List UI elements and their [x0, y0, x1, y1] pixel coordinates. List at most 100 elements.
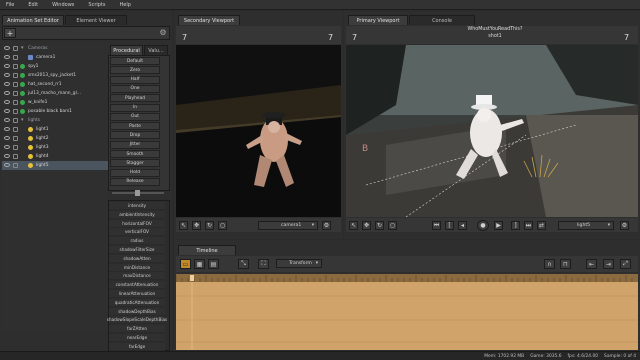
lock-icon[interactable] — [13, 100, 18, 105]
attribute-row[interactable]: shadowDepthBias — [109, 307, 165, 316]
loop-icon[interactable]: ⇄ — [537, 221, 546, 230]
select-tool-icon[interactable]: ↖ — [349, 221, 358, 230]
visibility-eye-icon[interactable] — [4, 55, 10, 59]
attribute-row[interactable]: quadraticAttenuation — [109, 298, 165, 307]
procedural-in-button[interactable]: In — [110, 103, 160, 112]
procedural-slider[interactable] — [112, 190, 164, 196]
curve-editor-icon[interactable]: ▭ — [180, 259, 191, 269]
menu-help[interactable]: Help — [120, 2, 131, 8]
lock-icon[interactable] — [13, 46, 18, 51]
attribute-row[interactable]: linearAttenuation — [109, 290, 165, 298]
attribute-row[interactable]: nearEdge — [109, 334, 165, 342]
tab-values[interactable]: Valu... — [144, 45, 168, 55]
magnet-icon[interactable]: ∩ — [544, 259, 555, 269]
procedural-paste-button[interactable]: Paste — [110, 122, 160, 131]
lock-icon[interactable] — [13, 136, 18, 141]
slider-handle[interactable] — [135, 190, 140, 196]
visibility-eye-icon[interactable] — [4, 145, 10, 149]
lock-icon[interactable] — [13, 163, 18, 168]
menu-scripts[interactable]: Scripts — [88, 2, 105, 8]
tree-item[interactable]: light2 — [2, 134, 110, 143]
tree-item[interactable]: camera1 — [2, 53, 110, 62]
add-button[interactable]: + — [4, 28, 16, 38]
rotate-tool-icon[interactable]: ↻ — [205, 221, 214, 230]
lock-icon[interactable] — [13, 82, 18, 87]
attribute-row[interactable]: radius — [109, 237, 165, 246]
jump-prev-key-icon[interactable]: ⇤ — [586, 259, 597, 269]
procedural-one-button[interactable]: One — [110, 84, 160, 93]
tree-item[interactable]: hat_second_rr1 — [2, 80, 110, 89]
lock-icon[interactable] — [13, 109, 18, 114]
attribute-row[interactable]: horizontalFOV — [109, 219, 165, 228]
visibility-eye-icon[interactable] — [4, 100, 10, 104]
frame-tool-icon[interactable]: ⛶ — [258, 259, 269, 269]
procedural-stagger-button[interactable]: Stagger — [110, 159, 160, 168]
record-icon[interactable]: ● — [477, 220, 489, 231]
attribute-row[interactable]: constantAttenuation — [109, 281, 165, 290]
procedural-hold-button[interactable]: Hold — [110, 168, 160, 177]
primary-viewport-canvas[interactable]: B — [346, 45, 638, 217]
jump-next-key-icon[interactable]: ⇥ — [603, 259, 614, 269]
fit-view-icon[interactable]: ⤢ — [620, 259, 631, 269]
select-tool-icon[interactable]: ↖ — [179, 221, 188, 230]
tree-item[interactable]: spy1 — [2, 62, 110, 71]
visibility-eye-icon[interactable] — [4, 64, 10, 68]
tree-item[interactable]: light3 — [2, 143, 110, 152]
tab-procedural[interactable]: Procedural — [110, 45, 143, 55]
camera-dropdown[interactable]: camera1 ▾ — [258, 221, 318, 230]
procedural-drop-button[interactable]: Drop — [110, 131, 160, 140]
tree-item[interactable]: sms2013_spy_jacket1 — [2, 71, 110, 80]
skip-start-icon[interactable]: ⏮ — [432, 221, 441, 230]
menu-windows[interactable]: Windows — [52, 2, 74, 8]
tree-item[interactable]: ▾ lights — [2, 116, 110, 125]
timeline-track-area[interactable] — [176, 282, 638, 350]
visibility-eye-icon[interactable] — [4, 91, 10, 95]
procedural-playhead-button[interactable]: Playhead — [110, 94, 160, 103]
lock-icon[interactable] — [13, 118, 18, 123]
skip-end-icon[interactable]: ⏭ — [524, 221, 533, 230]
lock-icon[interactable] — [13, 154, 18, 159]
prev-frame-icon[interactable]: ◂ — [458, 221, 467, 230]
move-tool-icon[interactable]: ✥ — [362, 221, 371, 230]
menu-file[interactable]: File — [6, 2, 14, 8]
visibility-eye-icon[interactable] — [4, 82, 10, 86]
tab-secondary-viewport[interactable]: Secondary Viewport — [178, 15, 240, 25]
settings-icon[interactable]: ⚙ — [158, 28, 168, 38]
attribute-row[interactable]: farEdge — [109, 342, 165, 351]
visibility-eye-icon[interactable] — [4, 46, 10, 50]
tab-element-viewer[interactable]: Element Viewer — [65, 15, 127, 25]
attribute-row[interactable]: shadowAtten — [109, 254, 165, 263]
snap-tool-icon[interactable]: ⤡ — [238, 259, 249, 269]
lock-icon[interactable] — [13, 73, 18, 78]
lock-icon[interactable] — [13, 64, 18, 69]
lock-icon[interactable]: ⊓ — [560, 259, 571, 269]
procedural-default-button[interactable]: Default — [110, 57, 160, 65]
visibility-eye-icon[interactable] — [4, 118, 10, 122]
attribute-row[interactable]: maxDistance — [109, 272, 165, 281]
secondary-viewport-canvas[interactable] — [176, 45, 341, 217]
lock-icon[interactable] — [13, 55, 18, 60]
attribute-row[interactable]: farZAtten — [109, 325, 165, 334]
tab-primary-viewport[interactable]: Primary Viewport — [348, 15, 408, 25]
visibility-eye-icon[interactable] — [4, 163, 10, 167]
clip-editor-icon[interactable]: ▤ — [208, 259, 219, 269]
attribute-row[interactable]: intensity — [109, 202, 165, 210]
play-icon[interactable]: ▶ — [494, 221, 503, 230]
light-dropdown[interactable]: light5 ▾ — [558, 221, 614, 230]
transform-dropdown[interactable]: Transform ▾ — [276, 259, 322, 268]
procedural-half-button[interactable]: Half — [110, 75, 160, 84]
visibility-eye-icon[interactable] — [4, 127, 10, 131]
attribute-row[interactable]: shadowSlopeScaleDepthBias — [107, 316, 167, 325]
attribute-row[interactable]: shadowFilterSize — [109, 246, 165, 254]
tab-animation-set-editor[interactable]: Animation Set Editor — [2, 15, 64, 25]
scale-tool-icon[interactable]: ○ — [388, 221, 397, 230]
tree-item[interactable]: light4 — [2, 152, 110, 161]
visibility-eye-icon[interactable] — [4, 73, 10, 77]
scale-tool-icon[interactable]: ○ — [218, 221, 227, 230]
procedural-out-button[interactable]: Out — [110, 112, 160, 121]
tree-item[interactable]: light1 — [2, 125, 110, 134]
procedural-smooth-button[interactable]: Smooth — [110, 150, 160, 158]
procedural-release-button[interactable]: Release — [110, 177, 160, 186]
move-tool-icon[interactable]: ✥ — [192, 221, 201, 230]
attribute-row[interactable]: ambientIntensity — [109, 210, 165, 219]
